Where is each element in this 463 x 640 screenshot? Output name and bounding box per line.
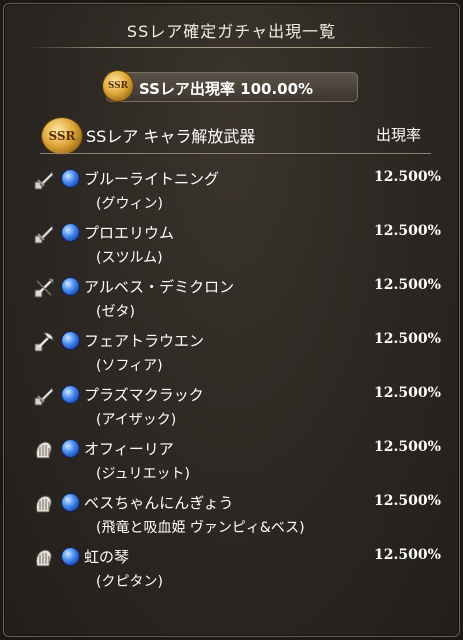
sword-icon xyxy=(32,168,56,192)
weapon-list-item[interactable]: ブルーライトニング (グウィン) 12.500% xyxy=(4,162,459,216)
appearance-rate: 12.500% xyxy=(374,547,441,563)
water-element-icon xyxy=(62,224,79,241)
spear-icon xyxy=(32,276,56,300)
section-divider xyxy=(40,153,431,154)
appearance-rate: 12.500% xyxy=(374,493,441,509)
section-title: SSレア キャラ解放武器 xyxy=(86,127,256,146)
weapon-name: オフィーリア xyxy=(84,440,174,458)
weapon-name: ブルーライトニング xyxy=(84,170,220,188)
character-name: (アイザック) xyxy=(96,412,177,428)
water-element-icon xyxy=(62,386,79,403)
weapon-list-item[interactable]: ベスちゃんにんぎょう (飛竜と吸血姫 ヴァンピィ&ベス) 12.500% xyxy=(4,486,459,540)
axe-icon xyxy=(32,330,56,354)
water-element-icon xyxy=(62,278,79,295)
weapon-name: アルベス・デミクロン xyxy=(84,278,235,296)
character-name: (クピタン) xyxy=(96,574,163,590)
appearance-rate: 12.500% xyxy=(374,169,441,185)
water-element-icon xyxy=(62,170,79,187)
character-name: (ソフィア) xyxy=(96,358,163,374)
water-element-icon xyxy=(62,494,79,511)
character-name: (ジュリエット) xyxy=(96,466,190,482)
ssr-section-badge-icon: SSR xyxy=(42,118,82,154)
weapon-name: プロエリウム xyxy=(84,224,175,242)
weapon-list-item[interactable]: オフィーリア (ジュリエット) 12.500% xyxy=(4,432,459,486)
panel-title: SSレア確定ガチャ出現一覧 xyxy=(126,22,337,41)
harp-icon xyxy=(32,438,56,462)
character-name: (飛竜と吸血姫 ヴァンピィ&ベス) xyxy=(96,520,305,536)
weapon-name: 虹の琴 xyxy=(84,548,130,566)
harp-icon xyxy=(32,546,56,570)
weapon-list-item[interactable]: フェアトラウエン (ソフィア) 12.500% xyxy=(4,324,459,378)
ss-rate-label: SSレア出現率 100.00% xyxy=(139,80,314,98)
ssr-badge-icon: SSR xyxy=(103,71,133,101)
weapon-list-item[interactable]: アルベス・デミクロン (ゼタ) 12.500% xyxy=(4,270,459,324)
appearance-rate: 12.500% xyxy=(374,223,441,239)
sword-icon xyxy=(32,384,56,408)
ss-rate-box: SSR SSレア出現率 100.00% xyxy=(103,71,358,102)
sword-icon xyxy=(32,222,56,246)
weapon-name: ベスちゃんにんぎょう xyxy=(84,494,234,512)
character-name: (スツルム) xyxy=(96,250,163,266)
weapon-list-item[interactable]: プロエリウム (スツルム) 12.500% xyxy=(4,216,459,270)
gacha-list-panel: SSレア確定ガチャ出現一覧 SSR SSレア出現率 100.00% SSR SS… xyxy=(3,3,460,637)
weapon-list-item[interactable]: プラズマクラック (アイザック) 12.500% xyxy=(4,378,459,432)
water-element-icon xyxy=(62,332,79,349)
rate-column-header: 出現率 xyxy=(376,126,422,144)
appearance-rate: 12.500% xyxy=(374,331,441,347)
weapon-name: プラズマクラック xyxy=(84,386,204,404)
appearance-rate: 12.500% xyxy=(374,385,441,401)
title-divider xyxy=(26,47,437,48)
water-element-icon xyxy=(62,440,79,457)
appearance-rate: 12.500% xyxy=(374,439,441,455)
weapon-list-item[interactable]: 虹の琴 (クピタン) 12.500% xyxy=(4,540,459,594)
character-name: (ゼタ) xyxy=(96,304,135,320)
appearance-rate: 12.500% xyxy=(374,277,441,293)
weapon-name: フェアトラウエン xyxy=(84,332,205,350)
water-element-icon xyxy=(62,548,79,565)
character-name: (グウィン) xyxy=(96,196,163,212)
harp-icon xyxy=(32,492,56,516)
